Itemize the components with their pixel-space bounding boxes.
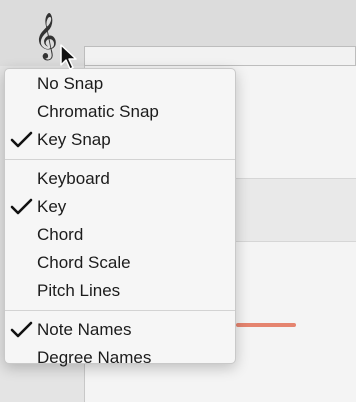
snap-section: No Snap Chromatic Snap Key Snap (5, 70, 235, 154)
menu-item-label: Key Snap (37, 130, 111, 149)
checkmark-icon (10, 321, 33, 338)
menu-separator (5, 159, 235, 160)
menu-item-keyboard[interactable]: Keyboard (5, 165, 235, 193)
menu-item-label: Key (37, 197, 67, 216)
checkmark-icon (10, 131, 33, 148)
checkmark-icon (10, 198, 33, 215)
menu-item-label: Note Names (37, 320, 132, 339)
menu-item-label: Chord Scale (37, 253, 131, 272)
mouse-cursor-icon (60, 44, 77, 70)
menu-item-label: Pitch Lines (37, 281, 121, 300)
names-section: Note Names Degree Names (5, 316, 235, 372)
menu-separator (5, 310, 235, 311)
note-bar[interactable] (236, 323, 296, 327)
display-section: Keyboard Key Chord Chord Scale Pitch Lines (5, 165, 235, 305)
menu-item-key[interactable]: Key (5, 193, 235, 221)
timeline-ruler[interactable] (84, 46, 356, 66)
menu-item-label: Chromatic Snap (37, 102, 159, 121)
menu-item-pitch-lines[interactable]: Pitch Lines (5, 277, 235, 305)
menu-item-label: No Snap (37, 74, 104, 93)
menu-item-chord-scale[interactable]: Chord Scale (5, 249, 235, 277)
menu-item-key-snap[interactable]: Key Snap (5, 126, 235, 154)
treble-clef-icon: 𝄞 (34, 13, 58, 59)
menu-item-chromatic-snap[interactable]: Chromatic Snap (5, 98, 235, 126)
menu-item-label: Chord (37, 225, 84, 244)
menu-item-note-names[interactable]: Note Names (5, 316, 235, 344)
menu-item-label: Degree Names (37, 348, 152, 367)
menu-item-degree-names[interactable]: Degree Names (5, 344, 235, 372)
snap-display-menu: No Snap Chromatic Snap Key Snap Keyboard Ke… (4, 68, 236, 367)
menu-item-label: Keyboard (37, 169, 110, 188)
menu-item-chord[interactable]: Chord (5, 221, 235, 249)
menu-item-no-snap[interactable]: No Snap (5, 70, 235, 98)
